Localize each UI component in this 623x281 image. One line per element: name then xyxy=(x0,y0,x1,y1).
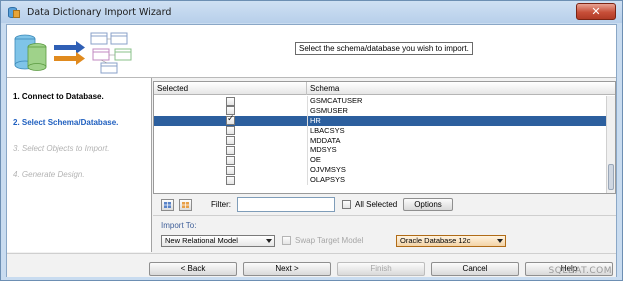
table-row[interactable]: GSMUSER xyxy=(154,105,606,116)
schema-name: HR xyxy=(310,115,321,125)
table-header: Selected Schema xyxy=(154,82,615,95)
table-body: GSMCATUSER GSMUSER ✓ HR LBACSYS MDDATA MDSYS OE… xyxy=(154,96,606,186)
schema-name: MDDATA xyxy=(310,135,341,145)
cancel-button[interactable]: Cancel xyxy=(431,262,519,276)
scroll-thumb[interactable] xyxy=(608,164,614,190)
window-title: Data Dictionary Import Wizard xyxy=(27,6,172,18)
schema-name: OLAPSYS xyxy=(310,175,346,185)
schema-table: Selected Schema GSMCATUSER GSMUSER ✓ HR LBAC… xyxy=(153,81,616,194)
import-to-label: Import To: xyxy=(161,221,197,230)
row-select-checkbox[interactable] xyxy=(226,126,235,136)
database-version-value: Oracle Database 12c xyxy=(400,236,471,245)
table-row[interactable]: ✓ HR xyxy=(154,114,606,126)
close-button[interactable]: ✕ xyxy=(576,3,616,20)
all-selected-label: All Selected xyxy=(355,200,398,209)
wizard-header: Select the schema/database you wish to i… xyxy=(7,25,616,78)
schema-name: LBACSYS xyxy=(310,125,345,135)
column-separator xyxy=(307,115,308,126)
wizard-steps-panel: 1. Connect to Database. 2. Select Schema… xyxy=(7,78,152,252)
chevron-down-icon xyxy=(497,239,503,243)
filter-input[interactable] xyxy=(237,197,335,212)
row-select-checkbox[interactable] xyxy=(226,96,235,106)
column-separator xyxy=(307,145,308,156)
grid-uncheck-icon xyxy=(182,202,189,208)
import-banner-icon xyxy=(14,32,132,74)
row-select-checkbox[interactable] xyxy=(226,145,235,155)
next-button[interactable]: Next > xyxy=(243,262,331,276)
table-row[interactable]: MDSYS xyxy=(154,145,606,156)
select-all-grid-button[interactable] xyxy=(161,199,174,211)
column-separator xyxy=(307,135,308,146)
column-separator xyxy=(307,165,308,176)
database-version-select[interactable]: Oracle Database 12c xyxy=(396,235,506,247)
swap-target-label: Swap Target Model xyxy=(295,236,364,245)
column-header-schema[interactable]: Schema xyxy=(307,82,605,95)
column-separator xyxy=(307,96,308,106)
schema-name: OJVMSYS xyxy=(310,165,346,175)
table-row[interactable]: OLAPSYS xyxy=(154,175,606,186)
back-button[interactable]: < Back xyxy=(149,262,237,276)
row-select-checkbox[interactable] xyxy=(226,165,235,175)
filter-label: Filter: xyxy=(211,200,231,209)
check-icon: ✓ xyxy=(227,114,235,125)
row-select-checkbox[interactable] xyxy=(226,175,235,185)
column-separator xyxy=(307,155,308,166)
schema-name: GSMUSER xyxy=(310,105,348,115)
schema-name: MDSYS xyxy=(310,145,337,155)
column-header-selected[interactable]: Selected xyxy=(154,82,307,95)
step-generate-design: 4. Generate Design. xyxy=(13,170,85,179)
vertical-scrollbar[interactable] xyxy=(606,96,615,193)
table-row[interactable]: GSMCATUSER xyxy=(154,96,606,106)
finish-button: Finish xyxy=(337,262,425,276)
schema-name: OE xyxy=(310,155,321,165)
deselect-all-grid-button[interactable] xyxy=(179,199,192,211)
wizard-window: Data Dictionary Import Wizard ✕ Select t… xyxy=(0,0,623,281)
column-separator xyxy=(307,125,308,136)
chevron-down-icon xyxy=(266,239,272,243)
row-select-checkbox[interactable]: ✓ xyxy=(226,114,235,126)
swap-target-checkbox xyxy=(282,236,291,245)
grid-check-icon xyxy=(164,202,171,208)
table-row[interactable]: OJVMSYS xyxy=(154,165,606,176)
step-select-schema[interactable]: 2. Select Schema/Database. xyxy=(13,118,118,127)
wizard-client-area: Select the schema/database you wish to i… xyxy=(6,24,617,277)
watermark: SQLDAT.COM xyxy=(548,266,612,276)
column-separator xyxy=(307,105,308,116)
title-bar[interactable]: Data Dictionary Import Wizard ✕ xyxy=(1,1,622,23)
table-row[interactable]: MDDATA xyxy=(154,135,606,146)
row-select-checkbox[interactable] xyxy=(226,155,235,165)
step-connect[interactable]: 1. Connect to Database. xyxy=(13,92,104,101)
step-select-objects: 3. Select Objects to Import. xyxy=(13,144,110,153)
all-selected-checkbox[interactable] xyxy=(342,200,351,209)
options-button[interactable]: Options xyxy=(403,198,453,211)
filter-bar: Filter: All Selected Options xyxy=(153,194,616,216)
table-row[interactable]: OE xyxy=(154,155,606,166)
step-instruction: Select the schema/database you wish to i… xyxy=(295,42,473,55)
wizard-footer: < Back Next > Finish Cancel Help xyxy=(7,253,616,277)
target-model-select[interactable]: New Relational Model xyxy=(161,235,275,247)
column-separator xyxy=(307,175,308,186)
row-select-checkbox[interactable] xyxy=(226,136,235,146)
table-row[interactable]: LBACSYS xyxy=(154,125,606,136)
database-app-icon xyxy=(7,5,21,19)
schema-name: GSMCATUSER xyxy=(310,96,363,105)
schema-selection-panel: Selected Schema GSMCATUSER GSMUSER ✓ HR LBAC… xyxy=(153,78,616,252)
target-model-value: New Relational Model xyxy=(165,236,238,245)
